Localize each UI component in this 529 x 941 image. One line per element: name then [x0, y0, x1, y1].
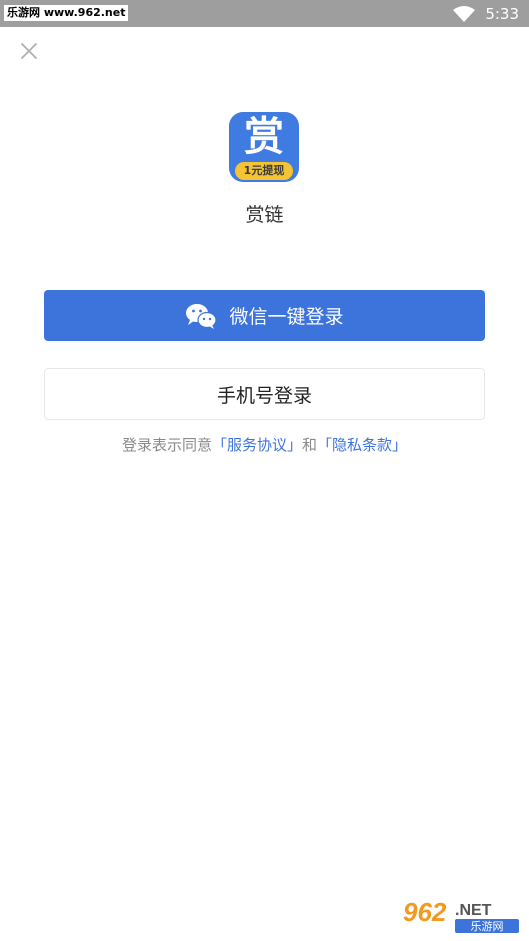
app-icon: 赏 1元提现 [229, 112, 299, 182]
app-icon-glyph: 赏 [244, 114, 284, 160]
service-agreement-link[interactable]: 「服务协议」 [212, 436, 302, 454]
agreement-and: 和 [302, 436, 318, 454]
privacy-policy-link[interactable]: 「隐私条款」 [317, 436, 407, 454]
app-icon-ribbon: 1元提现 [235, 162, 293, 180]
watermark-text: 乐游网 www.962.net [4, 5, 129, 21]
app-name: 赏链 [245, 204, 284, 226]
watermark-logo: 962 .NET 乐游网 [399, 893, 523, 935]
wechat-login-label: 微信一键登录 [229, 306, 344, 328]
close-icon [21, 43, 37, 59]
wechat-login-button[interactable]: 微信一键登录 [44, 290, 485, 341]
phone-login-label: 手机号登录 [216, 384, 312, 407]
status-indicators: 5:33 [453, 0, 519, 27]
phone-login-button[interactable]: 手机号登录 [44, 368, 485, 420]
watermark-suffix: .NET [455, 902, 492, 919]
watermark-number: 962 [403, 897, 447, 927]
wechat-icon [186, 303, 218, 329]
close-button[interactable] [18, 40, 40, 62]
wifi-icon [453, 5, 476, 22]
agreement-prefix: 登录表示同意 [121, 436, 212, 454]
status-time: 5:33 [485, 4, 519, 23]
status-bar: 乐游网 www.962.net 5:33 [0, 0, 529, 27]
watermark-label: 乐游网 [471, 920, 504, 933]
agreement-text: 登录表示同意「服务协议」和「隐私条款」 [0, 434, 529, 455]
